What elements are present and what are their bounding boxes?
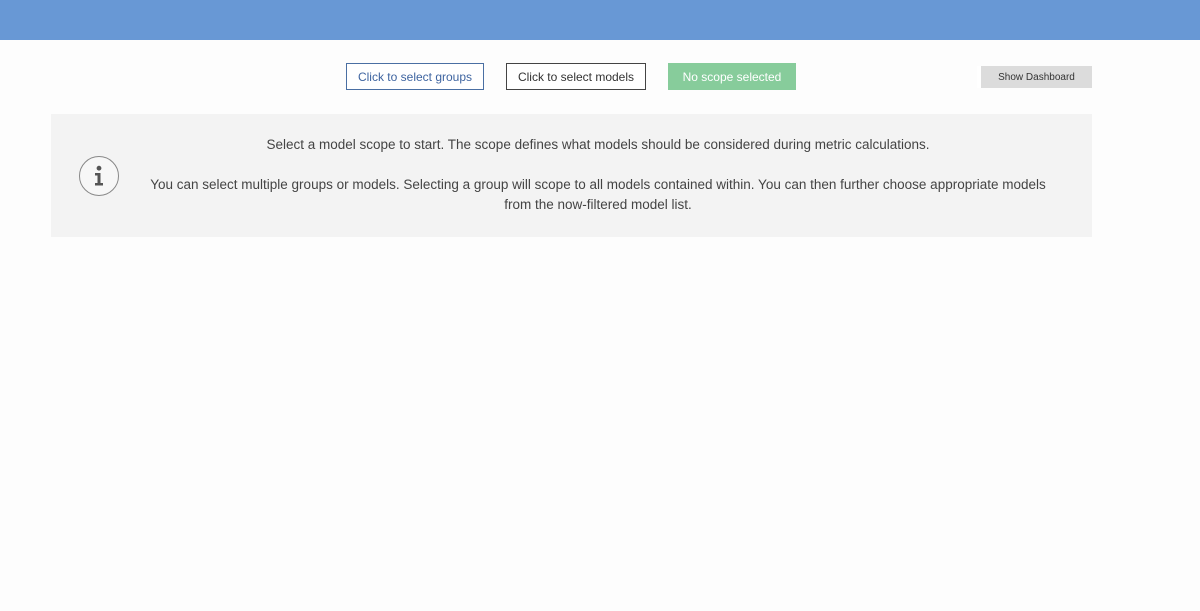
top-header-bar — [0, 0, 1200, 40]
info-text-detail-continued: from the now-filtered model list. — [504, 197, 692, 212]
info-panel: Select a model scope to start. The scope… — [51, 114, 1092, 237]
info-text-detail: You can select multiple groups or models… — [150, 177, 1046, 192]
info-text-intro: Select a model scope to start. The scope… — [266, 137, 930, 152]
select-models-button[interactable]: Click to select models — [506, 63, 646, 90]
scope-status-badge: No scope selected — [668, 63, 796, 90]
select-groups-button[interactable]: Click to select groups — [346, 63, 484, 90]
show-dashboard-button[interactable]: Show Dashboard — [977, 66, 1092, 88]
